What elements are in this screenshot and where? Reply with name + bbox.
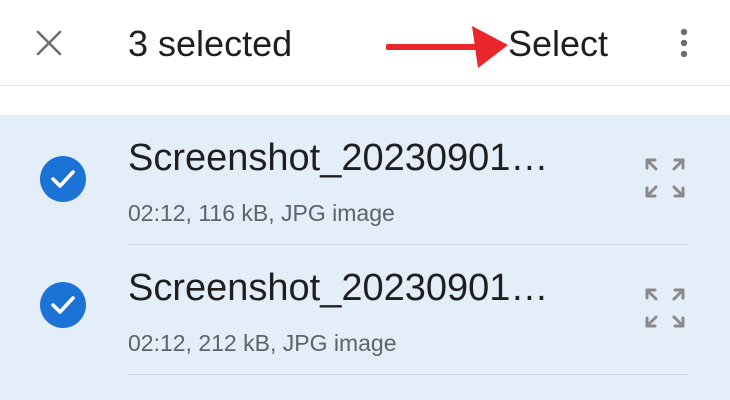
- check-icon: [51, 170, 75, 188]
- file-list-item[interactable]: Screenshot_20230901… 02:12, 212 kB, JPG …: [0, 245, 730, 375]
- red-arrow-annotation: [386, 26, 508, 68]
- selection-count-title: 3 selected: [128, 23, 293, 64]
- selected-checkmark-icon[interactable]: [40, 282, 86, 328]
- selected-checkmark-icon[interactable]: [40, 156, 86, 202]
- row-divider: [128, 374, 688, 375]
- close-button[interactable]: [24, 18, 74, 68]
- expand-preview-button[interactable]: [640, 283, 690, 333]
- file-list: Screenshot_20230901… 02:12, 116 kB, JPG …: [0, 115, 730, 400]
- top-app-bar: 3 selected Select: [0, 0, 730, 86]
- file-name: Screenshot_20230901…: [128, 137, 549, 179]
- close-icon: [36, 30, 62, 56]
- fullscreen-expand-icon: [645, 288, 685, 328]
- file-details: 02:12, 116 kB, JPG image: [128, 200, 395, 226]
- more-options-button[interactable]: [664, 20, 704, 66]
- file-list-item[interactable]: Screenshot_20230901… 02:12, 116 kB, JPG …: [0, 115, 730, 245]
- select-button[interactable]: Select: [508, 22, 608, 66]
- check-icon: [51, 296, 75, 314]
- more-vert-icon: [680, 28, 688, 58]
- file-name: Screenshot_20230901…: [128, 267, 549, 309]
- spacer: [0, 87, 730, 115]
- file-details: 02:12, 212 kB, JPG image: [128, 330, 397, 356]
- fullscreen-expand-icon: [645, 158, 685, 198]
- expand-preview-button[interactable]: [640, 153, 690, 203]
